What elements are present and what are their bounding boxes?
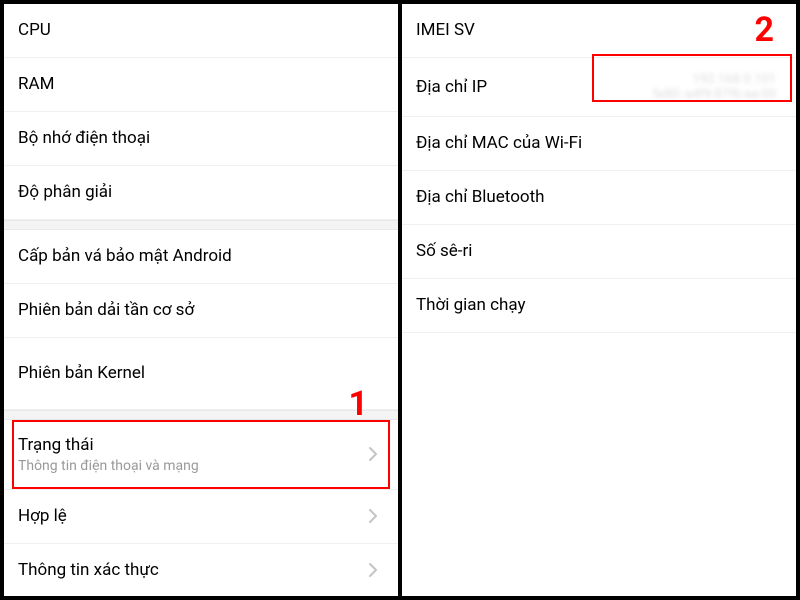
section-divider bbox=[4, 220, 398, 230]
row-sublabel: Thông tin điện thoại và mạng bbox=[18, 458, 199, 475]
chevron-right-icon bbox=[362, 505, 384, 527]
row-ip-address[interactable]: Địa chỉ IP 192.168.0.101 fe80::a4f9:87f6… bbox=[402, 58, 796, 117]
row-wifi-mac[interactable]: Địa chỉ MAC của Wi-Fi bbox=[402, 117, 796, 171]
row-label: Địa chỉ MAC của Wi-Fi bbox=[416, 132, 582, 154]
chevron-right-icon bbox=[362, 443, 384, 465]
tutorial-frame: CPU RAM Bộ nhớ điện thoại Độ phân giải C… bbox=[0, 0, 800, 600]
row-label: Cấp bản vá bảo mật Android bbox=[18, 245, 232, 267]
row-kernel[interactable]: Phiên bản Kernel bbox=[4, 338, 398, 410]
row-label: CPU bbox=[18, 19, 51, 41]
row-label: Thông tin xác thực bbox=[18, 559, 159, 581]
row-label: Bộ nhớ điện thoại bbox=[18, 127, 150, 149]
section-divider bbox=[4, 410, 398, 420]
row-label: IMEI SV bbox=[416, 19, 475, 41]
row-label: Độ phân giải bbox=[18, 181, 112, 203]
row-storage[interactable]: Bộ nhớ điện thoại bbox=[4, 112, 398, 166]
row-value-blurred: 192.168.0.101 fe80::a4f9:87f6:aa:00 bbox=[653, 72, 776, 102]
row-bluetooth-address[interactable]: Địa chỉ Bluetooth bbox=[402, 171, 796, 225]
row-baseband[interactable]: Phiên bản dải tần cơ sở bbox=[4, 284, 398, 338]
row-label: Phiên bản Kernel bbox=[18, 362, 145, 384]
panel-status: 2 IMEI SV Địa chỉ IP 192.168.0.101 fe80:… bbox=[402, 4, 796, 596]
panel-about-device: CPU RAM Bộ nhớ điện thoại Độ phân giải C… bbox=[4, 4, 402, 596]
row-label: Hợp lệ bbox=[18, 505, 67, 527]
row-legal[interactable]: Hợp lệ bbox=[4, 490, 398, 544]
row-imei-sv[interactable]: IMEI SV bbox=[402, 4, 796, 58]
chevron-right-icon bbox=[362, 559, 384, 581]
row-label: Thời gian chạy bbox=[416, 294, 526, 316]
row-label: Phiên bản dải tần cơ sở bbox=[18, 299, 194, 321]
row-resolution[interactable]: Độ phân giải bbox=[4, 166, 398, 220]
row-uptime[interactable]: Thời gian chạy bbox=[402, 279, 796, 333]
row-label: Số sê-ri bbox=[416, 240, 472, 262]
row-label: Địa chỉ Bluetooth bbox=[416, 186, 545, 208]
row-label: Địa chỉ IP bbox=[416, 76, 487, 98]
row-credentials[interactable]: Thông tin xác thực bbox=[4, 544, 398, 596]
row-ram[interactable]: RAM bbox=[4, 58, 398, 112]
row-cpu[interactable]: CPU bbox=[4, 4, 398, 58]
row-label: RAM bbox=[18, 73, 54, 95]
row-status[interactable]: 1 Trạng thái Thông tin điện thoại và mạn… bbox=[4, 420, 398, 490]
row-security-patch[interactable]: Cấp bản vá bảo mật Android bbox=[4, 230, 398, 284]
row-label: Trạng thái bbox=[18, 434, 199, 456]
row-serial-number[interactable]: Số sê-ri bbox=[402, 225, 796, 279]
